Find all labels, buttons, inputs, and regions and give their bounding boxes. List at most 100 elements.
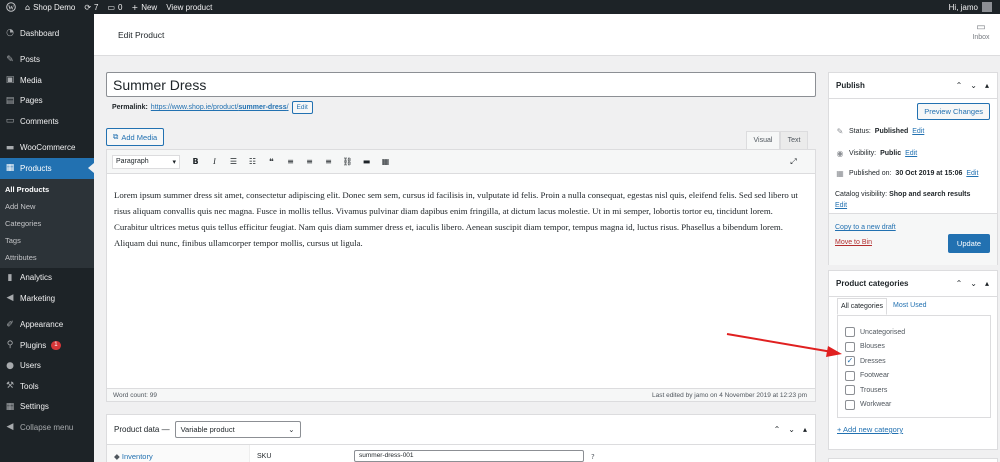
italic-icon[interactable]: I [205,157,224,166]
format-select[interactable]: Paragraph ▾ [112,154,180,169]
wordpress-logo-icon[interactable]: W [3,0,19,14]
submenu-add-new[interactable]: Add New [0,198,94,215]
menu-comments[interactable]: ▭ Comments [0,111,94,132]
checkbox[interactable] [845,385,855,396]
menu-settings[interactable]: ▦ Settings [0,397,94,418]
site-name-link[interactable]: ⌂ Shop Demo [25,3,75,12]
collapse-menu-button[interactable]: ◀ Collapse menu [0,417,94,438]
category-item[interactable]: Uncategorised [838,325,990,340]
menu-users[interactable]: ● Users [0,356,94,377]
menu-posts[interactable]: ✎ Posts [0,50,94,71]
move-down-icon[interactable]: ⌄ [970,279,977,288]
editor-statusbar: Word count: 99 Last edited by jamo on 4 … [106,388,816,402]
tab-all-categories[interactable]: All categories [837,298,888,315]
brush-icon: ✐ [6,319,14,330]
comments-link[interactable]: ▭ 0 [107,3,122,12]
link-icon[interactable]: ⛓ [338,157,357,166]
category-checklist: Uncategorised Blouses ✓ Dresses Footwear … [837,315,991,418]
add-new-category-link[interactable]: + Add new category [837,425,903,434]
numbered-list-icon[interactable]: ☷ [243,157,262,166]
post-visibility: ◉ Visibility: Public Edit [836,149,918,158]
admin-bar: W ⌂ Shop Demo ⟳ 7 ▭ 0 + New View product… [0,0,1000,14]
move-to-bin-link[interactable]: Move to Bin [835,239,872,246]
edit-visibility-link[interactable]: Edit [905,150,917,157]
fullscreen-icon[interactable]: ⤢ [784,157,803,167]
dashboard-icon: ◔ [6,28,14,39]
bold-icon[interactable]: B [186,157,205,166]
menu-media[interactable]: ▣ Media [0,70,94,91]
menu-woocommerce[interactable]: ▬ WooCommerce [0,138,94,159]
plugin-icon: ⚲ [6,340,14,351]
checkbox[interactable] [845,341,855,352]
menu-pages[interactable]: ▤ Pages [0,91,94,112]
tab-most-used[interactable]: Most Used [887,298,929,315]
move-up-icon[interactable]: ⌃ [774,425,781,434]
align-left-icon[interactable]: ≡ [281,157,300,166]
category-item[interactable]: Workwear [838,398,990,413]
menu-tools[interactable]: ⚒ Tools [0,376,94,397]
category-item[interactable]: Trousers [838,383,990,398]
updates-link[interactable]: ⟳ 7 [84,3,98,12]
publish-controls: ⌃ ⌄ ▴ [956,81,989,90]
move-up-icon[interactable]: ⌃ [956,81,963,90]
plugins-update-badge: 1 [51,340,61,350]
edit-date-link[interactable]: Edit [966,170,978,177]
new-content-link[interactable]: + New [132,3,158,12]
submenu-categories[interactable]: Categories [0,215,94,232]
menu-plugins[interactable]: ⚲ Plugins 1 [0,335,94,356]
move-down-icon[interactable]: ⌄ [970,81,977,90]
move-up-icon[interactable]: ⌃ [956,279,963,288]
tab-inventory[interactable]: ◆ Inventory [114,452,153,461]
media-camera-icon: ⧉ [113,132,119,141]
submenu-all-products[interactable]: All Products [0,181,94,198]
menu-dashboard[interactable]: ◔ Dashboard [0,23,94,44]
refresh-icon: ⟳ [84,2,92,12]
align-right-icon[interactable]: ≡ [319,157,338,166]
toolbar-toggle-icon[interactable]: ▦ [376,157,395,166]
category-item[interactable]: Footwear [838,369,990,384]
menu-marketing[interactable]: ◀ Marketing [0,288,94,309]
inbox-button[interactable]: ▭ Inbox [968,22,994,41]
permalink-url[interactable]: https://www.shop.ie/product/summer-dress… [151,104,289,111]
edit-permalink-button[interactable]: Edit [291,101,313,114]
submenu-tags[interactable]: Tags [0,232,94,249]
help-icon[interactable]: ? [591,453,595,461]
align-center-icon[interactable]: ≡ [300,157,319,166]
toggle-panel-icon[interactable]: ▴ [803,425,807,434]
toggle-panel-icon[interactable]: ▴ [985,81,989,90]
sku-input[interactable]: summer-dress-001 [354,450,584,462]
category-item[interactable]: Blouses [838,340,990,355]
checkbox[interactable] [845,399,855,410]
read-more-icon[interactable]: ▬ [357,157,376,166]
checkbox[interactable] [845,370,855,381]
menu-appearance[interactable]: ✐ Appearance [0,315,94,336]
product-type-select[interactable]: Variable product ⌄ [174,421,301,438]
menu-products[interactable]: ▦ Products [0,158,94,179]
menu-analytics[interactable]: ▮ Analytics [0,268,94,289]
edit-status-link[interactable]: Edit [912,128,924,135]
toggle-panel-icon[interactable]: ▴ [985,279,989,288]
move-down-icon[interactable]: ⌄ [788,425,795,434]
tab-text[interactable]: Text [780,131,808,149]
add-media-button[interactable]: ⧉ Add Media [106,128,165,146]
checkbox[interactable] [845,327,855,338]
tab-visual[interactable]: Visual [746,131,780,149]
category-item[interactable]: ✓ Dresses [838,354,990,369]
bullet-list-icon[interactable]: ☰ [224,157,243,166]
submenu-attributes[interactable]: Attributes [0,249,94,266]
update-button[interactable]: Update [948,234,990,253]
edit-catalog-visibility-link[interactable]: Edit [835,202,847,209]
eye-icon: ◉ [836,149,844,158]
chevron-down-icon: ⌄ [288,425,295,434]
preview-changes-button[interactable]: Preview Changes [917,103,990,120]
product-title-input[interactable]: Summer Dress [106,72,816,97]
checkbox-checked[interactable]: ✓ [845,356,855,367]
view-product-link[interactable]: View product [166,3,212,12]
product-categories-box: Product categories ⌃ ⌄ ▴ All categories … [828,270,998,450]
comments-icon: ▭ [5,116,15,127]
account-menu[interactable]: Hi, jamo [949,2,992,12]
blockquote-icon[interactable]: ❝ [262,157,281,166]
inventory-panel: SKU summer-dress-001 ? [257,450,595,462]
copy-to-draft-link[interactable]: Copy to a new draft [835,224,896,231]
editor-content[interactable]: Lorem ipsum summer dress sit amet, conse… [106,174,816,388]
